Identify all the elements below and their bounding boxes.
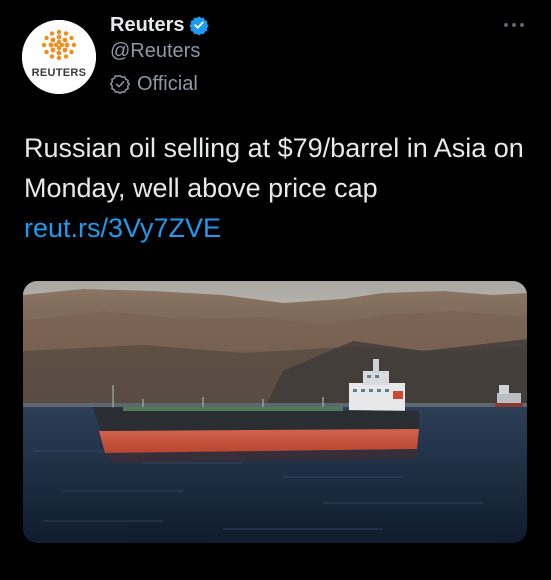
avatar[interactable]: REUTERS [22, 20, 96, 94]
tweet: REUTERS Reuters @Reuters Official Russia… [0, 0, 551, 580]
more-options-button[interactable] [497, 14, 531, 36]
author-display-name[interactable]: Reuters [110, 14, 184, 37]
verified-badge-icon [189, 15, 210, 36]
reuters-logo-icon [22, 20, 96, 94]
tweet-media-photo[interactable] [23, 281, 527, 543]
avatar-wordmark: REUTERS [31, 67, 87, 79]
more-options-icon [504, 23, 524, 27]
official-label-row: Official [109, 70, 198, 98]
author-name-row: Reuters [110, 10, 210, 40]
tanker-photo [23, 281, 527, 543]
official-check-icon [109, 74, 131, 95]
tweet-text: Russian oil selling at $79/barrel in Asi… [24, 128, 524, 248]
tweet-body: Russian oil selling at $79/barrel in Asi… [24, 133, 524, 203]
official-label: Official [137, 72, 198, 95]
tweet-link[interactable]: reut.rs/3Vy7ZVE [24, 213, 221, 243]
author-handle[interactable]: @Reuters [110, 40, 200, 63]
